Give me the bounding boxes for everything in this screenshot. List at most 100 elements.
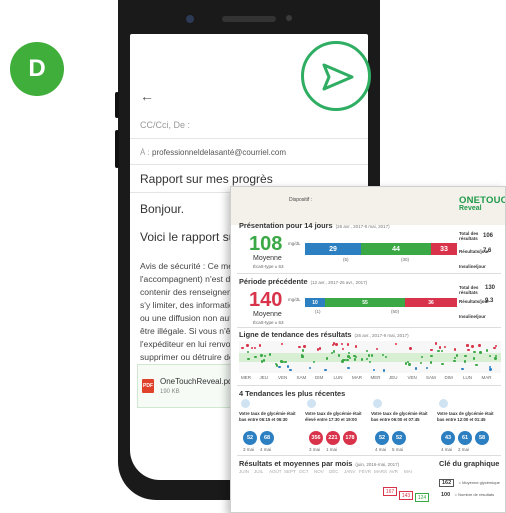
pattern-date: 1 mai	[326, 447, 338, 452]
trend-point	[370, 354, 374, 357]
trend-point	[308, 367, 312, 370]
clock-icon	[241, 399, 250, 408]
trend-point	[346, 343, 349, 346]
trend-day-label: LUN	[463, 375, 473, 380]
trend-day-label: MAR	[352, 375, 362, 380]
step-badge: D	[10, 42, 64, 96]
trend-chart	[239, 341, 501, 373]
send-icon	[322, 63, 354, 91]
back-arrow-icon[interactable]: ←	[140, 88, 154, 104]
trend-point	[312, 360, 316, 364]
trend-point	[475, 364, 478, 367]
speaker	[222, 16, 276, 22]
trend-point	[253, 346, 257, 350]
pattern-date: 3 mai	[243, 447, 255, 452]
trend-point	[250, 346, 253, 350]
legend-title: Clé du graphique	[439, 459, 500, 468]
volume-button	[115, 130, 119, 168]
trend-point	[342, 358, 345, 362]
sensor	[286, 15, 292, 21]
pattern-date: 3 mai	[309, 447, 321, 452]
trend-point	[414, 367, 417, 370]
trend-point	[303, 345, 306, 348]
trend-point	[464, 354, 467, 358]
trend-day-label: JEU	[389, 375, 398, 380]
prev-above-bar: 36	[405, 298, 457, 307]
trend-point	[347, 366, 350, 370]
trend-point	[394, 342, 398, 346]
clock-icon	[373, 399, 382, 408]
trend-point	[354, 345, 358, 348]
reveal-logo: Reveal	[459, 205, 482, 212]
trend-point	[408, 363, 411, 366]
pattern-card: Votre taux de glycémie était bas entre 12…	[435, 399, 499, 455]
trend-point	[467, 348, 470, 352]
trend-point	[485, 349, 489, 352]
month-label: DÉC	[329, 469, 339, 474]
pattern-card: Votre taux de glycémie était bas entre 06…	[369, 399, 433, 455]
pattern-date: 4 mai	[375, 447, 387, 452]
attachment-size: 190 KB	[160, 389, 180, 395]
attachment[interactable]: PDF OneTouchReveal.pdf 190 KB	[137, 364, 245, 408]
trend-point	[247, 357, 250, 360]
trend-point	[489, 368, 492, 371]
trend-point	[298, 345, 301, 349]
trend-point	[372, 368, 376, 372]
trend-day-label: VEN	[278, 375, 288, 380]
trend-day-label: DIM	[444, 375, 453, 380]
trend-point	[280, 342, 283, 346]
total-value: 106	[483, 233, 494, 239]
pattern-date: 4 mai	[260, 447, 272, 452]
pattern-value: 221	[326, 431, 340, 445]
total-label: Total des résultats	[459, 231, 479, 241]
trend-point	[409, 347, 412, 350]
trend-point	[289, 368, 292, 372]
trend-day-labels: MER JEU VEN SAM DIM LUN MAR MER JEU VEN SAM DIM LUN M…	[239, 375, 501, 383]
trend-point	[258, 344, 261, 347]
trend-point	[493, 346, 496, 350]
prev-in-range-bar: 55	[325, 298, 405, 307]
send-button[interactable]	[301, 41, 371, 111]
trend-point	[260, 354, 263, 357]
trend-point	[335, 343, 338, 346]
trend-point	[318, 347, 322, 350]
pdf-icon: PDF	[142, 379, 154, 393]
trend-day-label: DIM	[315, 375, 324, 380]
clock-icon	[439, 399, 448, 408]
to-field[interactable]: À : professionneldelasanté@courriel.com	[140, 148, 286, 157]
trend-point	[434, 342, 437, 345]
pattern-card: Votre taux de glycémie était élevé entre …	[303, 399, 367, 455]
pattern-text: Votre taux de glycémie était	[437, 411, 494, 416]
subject-field[interactable]: Rapport sur mes progrès	[140, 172, 273, 186]
trend-point	[337, 354, 340, 357]
cc-field[interactable]: CC/Cci, De :	[140, 120, 190, 130]
trend-point	[324, 368, 327, 372]
month-label: JUIL	[254, 469, 264, 474]
trend-point	[376, 347, 379, 350]
month-label: MAI	[404, 469, 413, 474]
trend-point	[278, 365, 281, 368]
avg-unit: mg/dL	[288, 241, 301, 246]
trend-point	[494, 344, 497, 347]
month-value: 143	[399, 491, 413, 500]
avg-value: 108	[249, 233, 283, 255]
device-label: Dispositif :	[289, 197, 313, 203]
trend-point	[341, 348, 345, 351]
pattern-value: 356	[309, 431, 323, 445]
trend-point	[366, 349, 369, 353]
pattern-text: élevé entre 17:30 et 19:00	[305, 417, 357, 422]
trend-point	[280, 360, 283, 363]
monthly-title: Résultats et moyennes par mois (juin, 201…	[239, 459, 400, 468]
trend-day-label: LUN	[333, 375, 343, 380]
pattern-text: Votre taux de glycémie était	[371, 411, 428, 416]
email-greeting[interactable]: Bonjour.	[140, 202, 184, 216]
trend-point	[441, 363, 444, 366]
pattern-date: 5 mai	[392, 447, 404, 452]
trend-point	[384, 355, 387, 359]
trend-point	[419, 361, 422, 365]
trend-point	[463, 360, 466, 363]
trend-point	[368, 360, 372, 363]
pattern-cards: Votre taux de glycémie était bas entre 06…	[237, 399, 503, 455]
trend-point	[383, 369, 386, 372]
pattern-date: 4 mai	[441, 447, 453, 452]
